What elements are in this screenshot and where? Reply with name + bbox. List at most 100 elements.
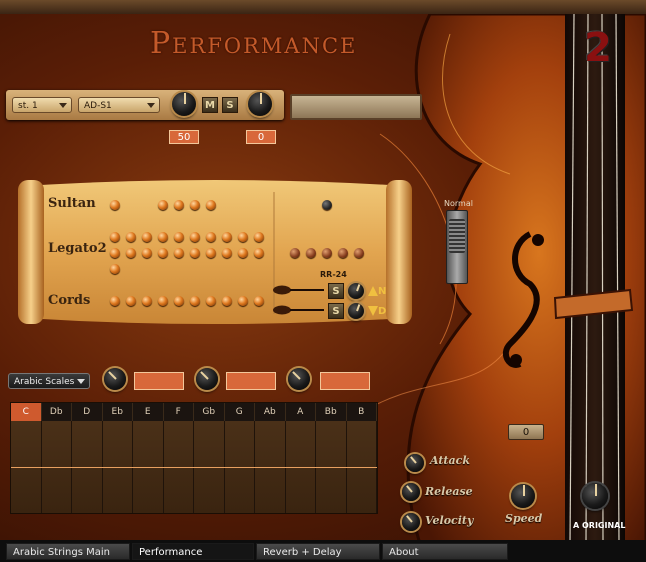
articulation-slot[interactable] [254, 232, 264, 242]
violin-icon [273, 305, 324, 315]
scale-knob-2[interactable] [196, 368, 218, 390]
note-header[interactable]: E [133, 403, 164, 421]
articulation-slot[interactable] [354, 248, 364, 258]
articulation-slot[interactable] [110, 200, 120, 210]
note-header[interactable]: Eb [102, 403, 133, 421]
arrow-up-icon[interactable] [368, 286, 378, 296]
pan-value[interactable]: 0 [246, 130, 276, 144]
row-label-sultan: Sultan [48, 196, 96, 211]
articulation-slot[interactable] [190, 200, 200, 210]
volume-knob[interactable] [172, 92, 196, 116]
articulation-slot[interactable] [110, 264, 120, 274]
scale-value-2[interactable] [226, 372, 276, 390]
articulation-slot[interactable] [158, 296, 168, 306]
scale-value-1[interactable] [134, 372, 184, 390]
articulation-slot[interactable] [338, 248, 348, 258]
tab-arabic-strings-main[interactable]: Arabic Strings Main [6, 543, 130, 560]
articulation-slot[interactable] [206, 296, 216, 306]
articulation-slot[interactable] [158, 232, 168, 242]
articulation-dropdown[interactable]: AD-S1 [78, 97, 160, 113]
articulation-slot[interactable] [254, 248, 264, 258]
articulation-slot[interactable] [206, 232, 216, 242]
rr-knob-1[interactable] [348, 283, 364, 299]
arrow-down-icon[interactable] [368, 306, 378, 316]
attack-knob[interactable] [406, 454, 424, 472]
brand-logo: 2 [584, 25, 612, 71]
solo-button[interactable]: S [222, 97, 238, 113]
scale-dropdown[interactable]: Arabic Scales [8, 373, 90, 389]
tab-performance[interactable]: Performance [132, 543, 254, 560]
note-header[interactable]: Gb [194, 403, 225, 421]
articulation-slot[interactable] [110, 232, 120, 242]
articulation-slot[interactable] [238, 248, 248, 258]
articulation-slot[interactable] [238, 296, 248, 306]
preset-dropdown-value: st. 1 [18, 101, 38, 111]
pan-knob[interactable] [248, 92, 272, 116]
mode-switch[interactable] [446, 210, 468, 284]
original-label: A ORIGINAL [573, 521, 626, 530]
note-header[interactable]: D [72, 403, 103, 421]
row-label-cords: Cords [48, 293, 91, 308]
articulation-slot[interactable] [126, 248, 136, 258]
articulation-slot[interactable] [306, 248, 316, 258]
note-header[interactable]: F [163, 403, 194, 421]
tab-about[interactable]: About [382, 543, 508, 560]
articulation-slot[interactable] [142, 232, 152, 242]
articulation-slot[interactable] [174, 296, 184, 306]
note-header[interactable]: Ab [255, 403, 286, 421]
note-header[interactable]: G [224, 403, 255, 421]
up-label: N [378, 286, 387, 297]
articulation-slot[interactable] [238, 232, 248, 242]
articulation-slot[interactable] [206, 248, 216, 258]
tab-reverb-delay[interactable]: Reverb + Delay [256, 543, 380, 560]
original-knob[interactable] [582, 483, 608, 509]
note-header[interactable]: A [285, 403, 316, 421]
articulation-slot[interactable] [190, 232, 200, 242]
articulation-slot[interactable] [142, 296, 152, 306]
articulation-slot[interactable] [158, 248, 168, 258]
control-strip: st. 1 AD-S1 M S [6, 90, 284, 120]
volume-value[interactable]: 50 [169, 130, 199, 144]
articulation-slot[interactable] [174, 248, 184, 258]
articulation-slot[interactable] [142, 248, 152, 258]
scale-knob-3[interactable] [288, 368, 310, 390]
articulation-slot[interactable] [158, 200, 168, 210]
tuning-baseline [11, 467, 377, 468]
top-frame [0, 0, 646, 14]
articulation-slot[interactable] [290, 248, 300, 258]
mute-button[interactable]: M [202, 97, 218, 113]
chevron-down-icon [59, 103, 67, 108]
articulation-slot[interactable] [322, 248, 332, 258]
speed-knob[interactable] [511, 484, 535, 508]
attack-label: Attack [430, 454, 470, 467]
articulation-slot[interactable] [126, 232, 136, 242]
articulation-slot[interactable] [322, 200, 332, 210]
note-header[interactable]: B [346, 403, 377, 421]
articulation-slot[interactable] [206, 200, 216, 210]
articulation-slot[interactable] [190, 296, 200, 306]
rr-s-button-2[interactable]: S [328, 303, 344, 319]
rr-knob-2[interactable] [348, 303, 364, 319]
articulation-slot[interactable] [174, 200, 184, 210]
preset-dropdown[interactable]: st. 1 [12, 97, 72, 113]
articulation-slot[interactable] [110, 296, 120, 306]
articulation-slot[interactable] [222, 248, 232, 258]
speed-value[interactable]: 0 [508, 424, 544, 440]
switch-handle[interactable] [449, 219, 465, 253]
release-knob[interactable] [402, 483, 420, 501]
note-header[interactable]: Bb [316, 403, 347, 421]
scale-knob-1[interactable] [104, 368, 126, 390]
rr-s-button-1[interactable]: S [328, 283, 344, 299]
articulation-slot[interactable] [110, 248, 120, 258]
articulation-slot[interactable] [174, 232, 184, 242]
articulation-slot[interactable] [222, 296, 232, 306]
velocity-knob[interactable] [402, 513, 420, 531]
articulation-slot[interactable] [222, 232, 232, 242]
note-header[interactable]: Db [41, 403, 72, 421]
articulation-slot[interactable] [254, 296, 264, 306]
articulation-slot[interactable] [190, 248, 200, 258]
scale-value-3[interactable] [320, 372, 370, 390]
articulation-slot[interactable] [126, 296, 136, 306]
note-header[interactable]: C [11, 403, 42, 421]
scale-tuning-grid: C Db D Eb E F Gb G Ab A Bb B [10, 402, 378, 514]
